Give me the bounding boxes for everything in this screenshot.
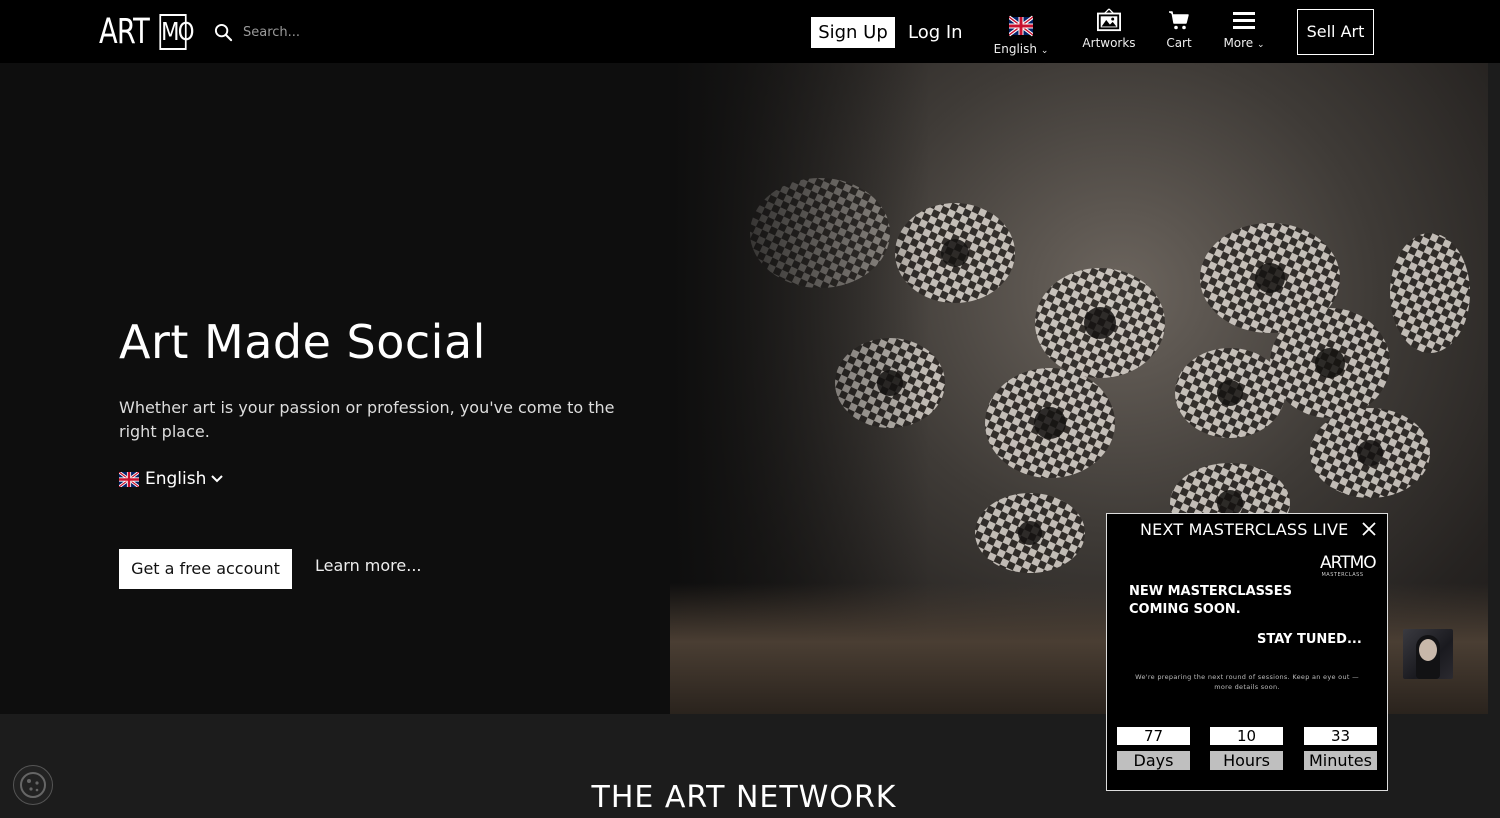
hero-language-label: English [145, 469, 207, 489]
masterclass-headline: NEW MASTERCLASSES COMING SOON. [1129, 584, 1293, 617]
artworks-nav-item[interactable]: Artworks [1081, 8, 1137, 58]
cookie-icon [20, 772, 46, 798]
learn-more-link[interactable]: Learn more... [315, 556, 422, 575]
masterclass-logo-subtext: MASTERCLASS [1321, 572, 1364, 578]
countdown-minutes: 33 Minutes [1304, 727, 1377, 770]
masterclass-logo-text: ARTMO [1320, 553, 1377, 573]
more-menu[interactable]: More ⌄ [1220, 8, 1268, 58]
cookie-settings-button[interactable] [13, 765, 53, 805]
chevron-down-icon: ⌄ [1257, 40, 1265, 50]
hero-language-selector[interactable]: English [119, 467, 224, 491]
page-scrollbar[interactable] [1488, 63, 1500, 818]
uk-flag-icon [1009, 15, 1033, 37]
cart-label: Cart [1166, 36, 1192, 50]
cart-nav-item[interactable]: Cart [1163, 8, 1195, 58]
close-icon[interactable] [1359, 519, 1379, 539]
masterclass-stay-tuned: STAY TUNED... [1257, 632, 1362, 647]
search-box[interactable] [214, 18, 494, 46]
artmo-logo[interactable]: ART MO [99, 12, 194, 52]
chevron-down-icon: ⌄ [1040, 46, 1049, 56]
artworks-label: Artworks [1082, 36, 1136, 50]
masterclass-popup-title: NEXT MASTERCLASS LIVE [1140, 520, 1349, 539]
masterclass-note: We're preparing the next round of sessio… [1135, 673, 1359, 691]
hamburger-menu-icon [1233, 12, 1255, 29]
uk-flag-icon [119, 471, 139, 487]
countdown-minutes-label: Minutes [1304, 751, 1377, 770]
cart-icon [1169, 11, 1189, 30]
masterclass-logo: ARTMO MASTERCLASS [1320, 553, 1377, 578]
countdown-days-label: Days [1117, 751, 1190, 770]
artist-thumbnail[interactable] [1403, 629, 1453, 679]
get-free-account-button[interactable]: Get a free account [119, 549, 292, 589]
search-input[interactable] [241, 23, 485, 41]
search-icon[interactable] [214, 23, 233, 42]
more-label: More [1223, 36, 1254, 50]
countdown-days-value: 77 [1117, 727, 1190, 745]
hero-subtitle: Whether art is your passion or professio… [119, 398, 615, 441]
thumbnail-face [1419, 639, 1437, 661]
language-selector[interactable]: English ⌄ [992, 8, 1050, 58]
chevron-down-icon [211, 475, 224, 483]
sell-art-button[interactable]: Sell Art [1297, 9, 1374, 55]
artworks-icon [1097, 8, 1121, 32]
masterclass-popup: NEXT MASTERCLASS LIVE ARTMO MASTERCLASS … [1106, 513, 1388, 791]
language-label: English [993, 42, 1037, 56]
hero-title: Art Made Social [119, 315, 486, 369]
countdown-hours-value: 10 [1210, 727, 1283, 745]
log-in-button[interactable]: Log In [908, 17, 963, 48]
logo-text-left: ART [99, 12, 150, 52]
countdown-hours: 10 Hours [1210, 727, 1283, 770]
logo-text-right: MO [159, 14, 194, 50]
countdown-minutes-value: 33 [1304, 727, 1377, 745]
countdown-hours-label: Hours [1210, 751, 1283, 770]
sign-up-button[interactable]: Sign Up [811, 17, 895, 48]
top-navigation-bar: ART MO Sign Up Log In English ⌄ Artwork [0, 0, 1500, 63]
countdown-days: 77 Days [1117, 727, 1190, 770]
